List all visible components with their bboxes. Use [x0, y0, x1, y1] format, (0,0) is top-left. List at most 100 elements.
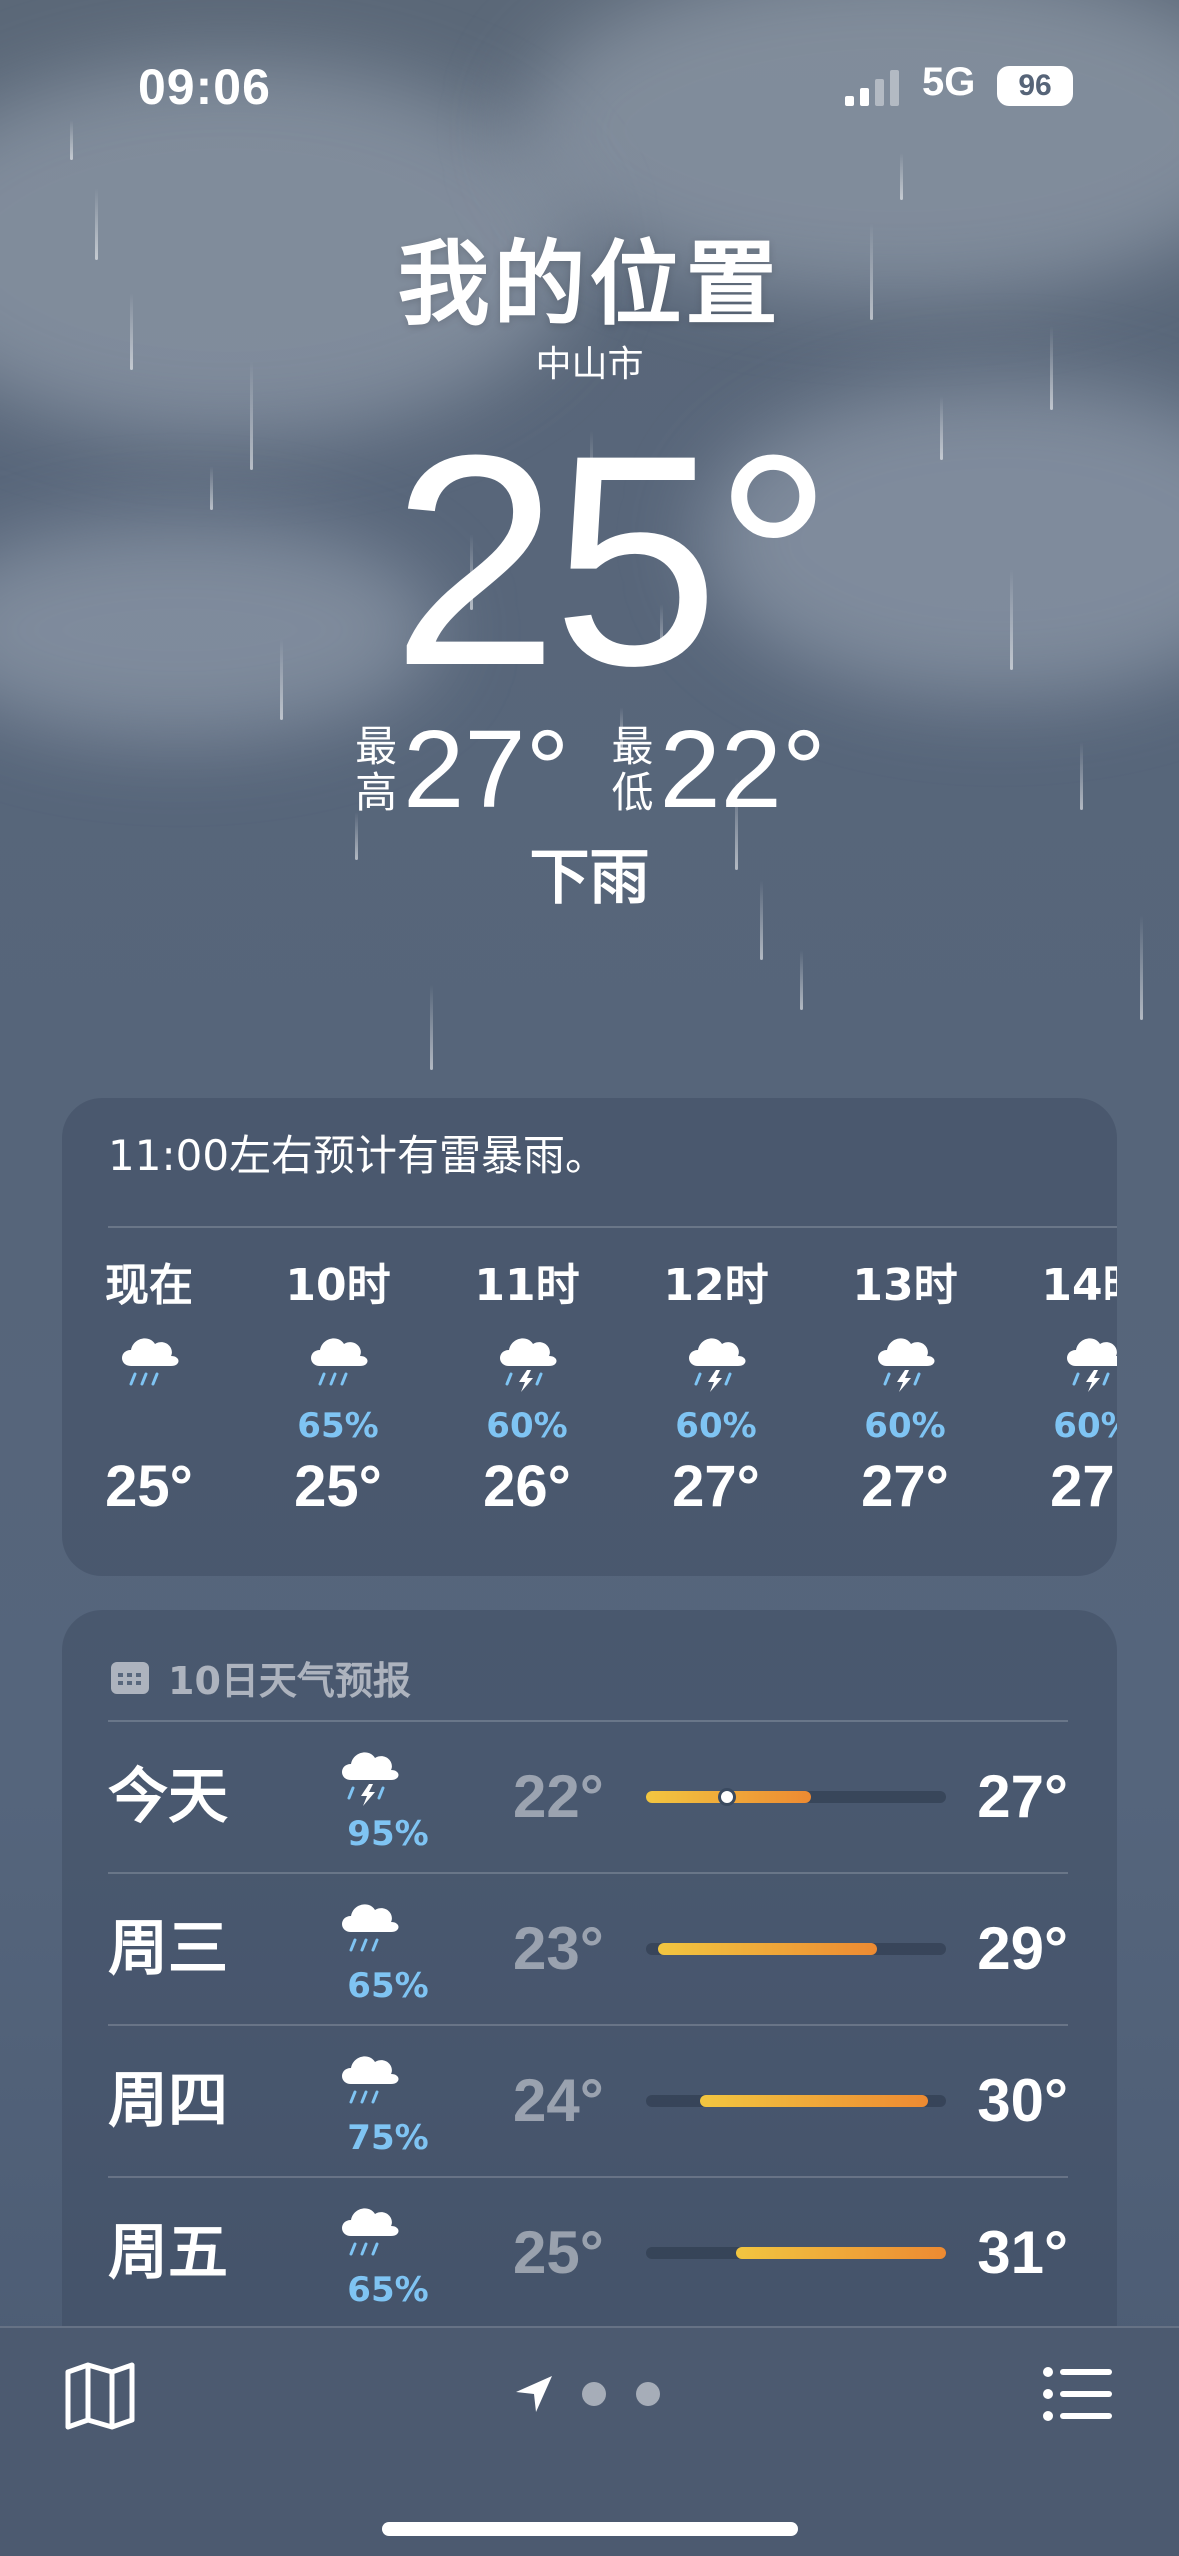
low-temperature: 22° — [659, 708, 826, 831]
day-precip: 65% — [347, 2270, 429, 2310]
status-time: 09:06 — [138, 59, 271, 115]
hour-precip: 60% — [486, 1406, 568, 1446]
cloud-bolt-rain-icon — [500, 1338, 557, 1392]
cloud-rain-icon — [342, 2208, 399, 2256]
network-type: 5G — [922, 60, 976, 104]
rain-streak — [1140, 915, 1143, 1020]
location-title: 我的位置 — [397, 231, 782, 338]
cloud-bolt-rain-icon — [1067, 1338, 1117, 1392]
day-icon — [333, 1740, 443, 1810]
list-icon[interactable] — [1042, 2366, 1114, 2422]
hourly-summary: 11:00左右预计有雷暴雨。 — [108, 1131, 608, 1180]
rain-streak — [900, 153, 903, 200]
hourly-item: 12时 60% 27° — [641, 1258, 791, 1522]
hour-temperature: 27° — [861, 1454, 949, 1519]
hour-icon — [1019, 1326, 1117, 1406]
day-name: 周三 — [108, 1914, 228, 1984]
day-low-temperature: 24° — [513, 2067, 604, 2134]
cloud-rain-icon — [311, 1338, 368, 1386]
high-low: 最高 27° 最低 22° — [0, 710, 1179, 830]
divider — [108, 1226, 1117, 1228]
battery-level: 96 — [1018, 69, 1052, 102]
hour-temperature: 27° — [672, 1454, 760, 1519]
day-name: 周四 — [108, 2066, 228, 2136]
day-icon — [333, 1892, 443, 1962]
location-arrow-icon[interactable] — [514, 2374, 554, 2414]
temperature-range-fill — [658, 1943, 877, 1955]
temperature-range-bar — [646, 2247, 946, 2259]
cloud-rain-icon — [342, 1904, 399, 1952]
hour-label: 13时 — [852, 1260, 958, 1311]
hour-label: 10时 — [285, 1260, 391, 1311]
bottom-toolbar — [0, 2326, 1179, 2556]
hour-precip: 60% — [864, 1406, 946, 1446]
hour-icon — [74, 1326, 224, 1406]
weather-condition: 下雨 — [529, 843, 650, 913]
daily-forecast-header: 10日天气预报 — [110, 1650, 411, 1705]
daily-row[interactable]: 今天 95% 22° 27° — [108, 1722, 1068, 1874]
temperature-range-bar — [646, 1943, 946, 1955]
cloud-rain-icon — [122, 1338, 179, 1386]
hourly-item: 11时 60% 26° — [452, 1258, 602, 1522]
cloud-bolt-rain-icon — [878, 1338, 935, 1392]
day-low-temperature: 25° — [513, 2219, 604, 2286]
current-temp-dot — [718, 1788, 736, 1806]
day-precip: 65% — [347, 1966, 429, 2006]
high-label: 最高 — [355, 722, 398, 817]
daily-row[interactable]: 周四 75% 24° 30° — [108, 2026, 1068, 2178]
daily-forecast-title: 10日天气预报 — [168, 1659, 411, 1703]
day-precip: 75% — [347, 2118, 429, 2158]
home-indicator[interactable] — [382, 2522, 798, 2536]
battery-icon: 96 — [997, 66, 1073, 106]
day-precip: 95% — [347, 1814, 429, 1854]
map-icon[interactable] — [64, 2362, 136, 2430]
cellular-signal-icon — [845, 70, 899, 106]
rain-streak — [430, 985, 433, 1070]
city-name: 中山市 — [535, 344, 644, 385]
weather-app: 09:06 5G 96 我的位置 中山市 25° 最高 27° 最低 22° 下… — [0, 0, 1179, 2556]
day-high-temperature: 27° — [977, 1763, 1068, 1830]
hour-temperature: 26° — [483, 1454, 571, 1519]
day-high-temperature: 29° — [977, 1915, 1068, 1982]
hour-icon — [641, 1326, 791, 1406]
hour-temperature: 25° — [294, 1454, 382, 1519]
hour-temperature: 25° — [105, 1454, 193, 1519]
temperature-range-bar — [646, 2095, 946, 2107]
hourly-item: 10时 65% 25° — [263, 1258, 413, 1522]
low-label: 最低 — [611, 722, 654, 817]
cloud-rain-icon — [342, 2056, 399, 2104]
day-high-temperature: 31° — [977, 2219, 1068, 2286]
hour-icon — [452, 1326, 602, 1406]
page-indicator-dot[interactable] — [636, 2382, 660, 2406]
rain-streak — [800, 950, 803, 1010]
day-icon — [333, 2196, 443, 2266]
hourly-item: 现在 25° — [74, 1258, 224, 1522]
hour-label: 14时 — [1041, 1260, 1117, 1311]
day-high-temperature: 30° — [977, 2067, 1068, 2134]
daily-row[interactable]: 周五 65% 25° 31° — [108, 2178, 1068, 2328]
hour-precip: 65% — [297, 1406, 379, 1446]
calendar-icon — [111, 1661, 149, 1694]
hour-precip: 60% — [675, 1406, 757, 1446]
day-icon — [333, 2044, 443, 2114]
status-bar: 09:06 5G 96 — [0, 58, 1179, 118]
hour-icon — [263, 1326, 413, 1406]
hour-label: 11时 — [474, 1260, 580, 1311]
high-temperature: 27° — [403, 708, 570, 831]
location-header: 我的位置 中山市 — [0, 230, 1179, 388]
hour-label: 现在 — [105, 1260, 193, 1311]
day-low-temperature: 22° — [513, 1763, 604, 1830]
hour-icon — [830, 1326, 980, 1406]
daily-row[interactable]: 周三 65% 23° 29° — [108, 1874, 1068, 2026]
hourly-forecast-card[interactable]: 11:00左右预计有雷暴雨。 现在 25° 10时 65% 25° 11时 60% 26° 12… — [62, 1098, 1117, 1576]
day-low-temperature: 23° — [513, 1915, 604, 1982]
cloud-bolt-rain-icon — [689, 1338, 746, 1392]
rain-streak — [70, 120, 73, 160]
hour-label: 12时 — [663, 1260, 769, 1311]
day-name: 周五 — [108, 2218, 228, 2288]
hour-temperature: 27° — [1050, 1454, 1117, 1519]
cloud-bolt-rain-icon — [342, 1752, 399, 1806]
temperature-range-bar — [646, 1788, 946, 1806]
hourly-item: 13时 60% 27° — [830, 1258, 980, 1522]
page-indicator-dot[interactable] — [582, 2382, 606, 2406]
